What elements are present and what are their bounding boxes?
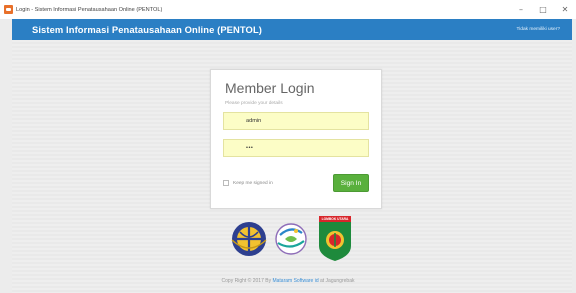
remember-label: Keep me signed in [233, 180, 273, 186]
login-subheading: Please provide your details [225, 101, 283, 106]
logos-row: LOMBOK UTARA [230, 216, 360, 261]
app-icon [4, 5, 13, 14]
maximize-button[interactable]: □ [532, 0, 554, 19]
window-title: Login - Sistem Informasi Penatausahaan O… [16, 6, 163, 13]
password-value: ••• [246, 145, 254, 151]
password-field[interactable]: ••• [223, 139, 369, 157]
remember-checkbox[interactable] [223, 180, 229, 186]
not-member-link[interactable]: Tidak memiliki user? [516, 27, 560, 32]
footer: Copy Right © 2017 By Mataram Software id… [0, 278, 576, 284]
sign-in-button[interactable]: Sign In [333, 174, 369, 192]
username-field[interactable]: admin [223, 112, 369, 130]
water-emblem-icon [275, 223, 307, 255]
footer-prefix: Copy Right © 2017 By [221, 278, 273, 284]
ministry-emblem-icon [231, 222, 267, 256]
login-heading: Member Login [225, 80, 315, 96]
login-card: Member Login Please provide your details… [210, 69, 382, 209]
footer-suffix: at Jagungrebak [318, 278, 355, 284]
footer-company-link[interactable]: Mataram Software id [272, 278, 318, 284]
window-controls: – □ ✕ [510, 0, 576, 19]
lombok-utara-banner-text: LOMBOK UTARA [321, 216, 349, 221]
brand-title[interactable]: Sistem Informasi Penatausahaan Online (P… [32, 24, 262, 35]
minimize-button[interactable]: – [510, 0, 532, 19]
close-button[interactable]: ✕ [554, 0, 576, 19]
window-titlebar: Login - Sistem Informasi Penatausahaan O… [0, 0, 576, 19]
app-header: Sistem Informasi Penatausahaan Online (P… [12, 19, 572, 40]
lombok-utara-emblem-icon [319, 216, 351, 261]
username-value: admin [246, 118, 262, 124]
remember-me[interactable]: Keep me signed in [223, 180, 273, 186]
